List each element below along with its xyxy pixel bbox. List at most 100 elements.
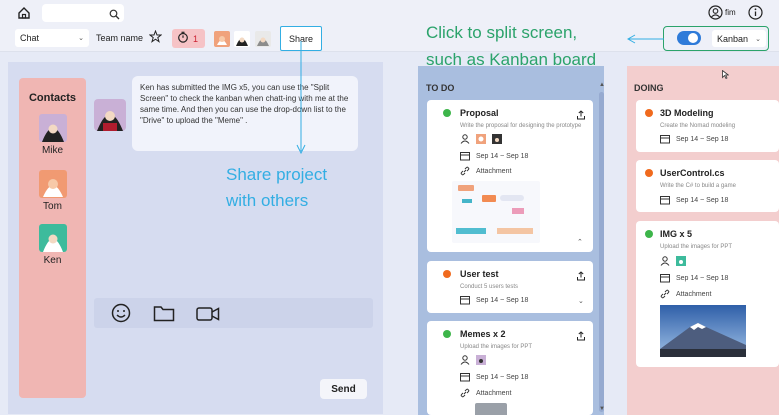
member-avatar-mike[interactable]	[234, 31, 250, 47]
contact-tom[interactable]: Tom	[19, 170, 86, 212]
calendar-icon	[460, 296, 470, 305]
chat-select[interactable]: Chat ⌄	[15, 29, 89, 47]
timer-badge[interactable]: 1	[172, 29, 205, 48]
video-icon[interactable]	[196, 306, 220, 327]
chevron-down-icon: ⌄	[78, 35, 84, 42]
column-scrollbar[interactable]	[599, 92, 604, 412]
scroll-up-arrow[interactable]: ▲	[599, 82, 605, 88]
card-title: Memes x 2	[460, 329, 506, 339]
sender-avatar	[94, 99, 126, 131]
card-description: Conduct 5 users tests	[460, 284, 519, 290]
attachment-label: Attachment	[676, 290, 712, 298]
column-title: TO DO	[426, 83, 455, 93]
avatar	[476, 355, 486, 365]
contact-ken[interactable]: Ken	[19, 224, 86, 266]
card-dates: Sep 14 ~ Sep 18	[660, 273, 728, 283]
scroll-down-arrow[interactable]: ▼	[599, 406, 605, 412]
emoji-icon[interactable]	[111, 303, 131, 328]
view-select[interactable]: Kanban ⌄	[712, 30, 766, 47]
kanban-card[interactable]: Proposal Write the proposal for designin…	[427, 100, 593, 252]
kanban-card[interactable]: Memes x 2 Upload the images for PPT Sep …	[427, 321, 593, 415]
share-callout: Share project with others	[226, 162, 327, 214]
card-description: Upload the images for PPT	[660, 244, 733, 250]
toggle-knob	[688, 33, 698, 43]
kanban-card[interactable]: 3D Modeling Create the Nomad modeling Se…	[636, 100, 779, 152]
card-description: Write the proposal for designing the pro…	[460, 123, 582, 129]
attachment-label: Attachment	[476, 389, 512, 397]
attachment-preview[interactable]	[660, 305, 746, 357]
send-button[interactable]: Send	[320, 379, 367, 399]
split-callout: Click to split screen, such as Kanban bo…	[426, 19, 596, 73]
member-avatar-tom[interactable]	[214, 31, 230, 47]
status-dot	[443, 270, 451, 278]
search-icon[interactable]	[109, 7, 120, 25]
split-screen-toggle[interactable]	[677, 31, 701, 45]
card-attachment[interactable]: Attachment	[460, 166, 511, 176]
card-dates: Sep 14 ~ Sep 18	[660, 195, 728, 205]
avatar	[676, 256, 686, 266]
calendar-icon	[660, 135, 670, 144]
share-callout-arrow	[296, 41, 306, 155]
search-input[interactable]	[42, 4, 124, 22]
attachment-preview[interactable]	[452, 181, 540, 243]
status-dot	[443, 330, 451, 338]
chevron-down-icon: ⌄	[755, 35, 761, 43]
card-assignees	[460, 355, 486, 365]
view-select-value: Kanban	[717, 33, 749, 44]
status-dot	[645, 230, 653, 238]
send-button-label: Send	[331, 383, 356, 395]
card-assignees	[460, 134, 502, 144]
user-icon[interactable]	[708, 5, 723, 20]
card-date-range: Sep 14 ~ Sep 18	[676, 196, 729, 204]
top-bar: fim	[0, 0, 779, 26]
home-icon[interactable]	[16, 5, 32, 21]
status-dot	[443, 109, 451, 117]
avatar	[38, 170, 67, 198]
card-date-range: Sep 14 ~ Sep 18	[476, 373, 529, 381]
mouse-cursor-icon	[722, 66, 730, 84]
expand-icon[interactable]: ⌄	[578, 297, 584, 305]
share-icon[interactable]	[576, 268, 586, 286]
avatar	[38, 114, 67, 142]
avatar	[476, 134, 486, 144]
kanban-card[interactable]: User test Conduct 5 users tests Sep 14 ~…	[427, 261, 593, 313]
calendar-icon	[460, 373, 470, 382]
person-icon	[460, 355, 470, 365]
kanban-card[interactable]: UserControl.cs Write the C# to build a g…	[636, 160, 779, 212]
card-dates: Sep 14 ~ Sep 18	[460, 295, 528, 305]
user-name: fim	[725, 8, 736, 17]
team-name[interactable]: Team name	[96, 33, 143, 43]
person-icon	[660, 256, 670, 266]
contacts-title: Contacts	[28, 92, 77, 104]
timer-icon	[177, 30, 189, 48]
folder-icon[interactable]	[153, 304, 175, 327]
contact-mike[interactable]: Mike	[19, 114, 86, 156]
status-dot	[645, 109, 653, 117]
link-icon	[660, 289, 670, 299]
card-attachment[interactable]: Attachment	[660, 289, 711, 299]
card-description: Upload the images for PPT	[460, 344, 533, 350]
card-attachment[interactable]: Attachment	[460, 388, 511, 398]
card-description: Create the Nomad modeling	[660, 123, 736, 129]
card-dates: Sep 14 ~ Sep 18	[460, 151, 528, 161]
info-icon[interactable]	[748, 5, 763, 20]
contact-name: Mike	[41, 145, 64, 156]
collapse-icon[interactable]: ⌃	[577, 238, 583, 246]
chat-select-value: Chat	[20, 33, 40, 43]
contact-name: Tom	[43, 201, 62, 212]
share-icon[interactable]	[576, 328, 586, 346]
split-callout-line1: Click to split screen,	[426, 23, 578, 42]
kanban-card[interactable]: IMG x 5 Upload the images for PPT Sep 14…	[636, 221, 779, 367]
star-icon[interactable]	[148, 29, 163, 48]
avatar	[492, 134, 502, 144]
card-title: UserControl.cs	[660, 168, 725, 178]
card-date-range: Sep 14 ~ Sep 18	[476, 296, 529, 304]
attachment-preview[interactable]	[475, 403, 507, 415]
card-date-range: Sep 14 ~ Sep 18	[476, 152, 529, 160]
column-title: DOING	[634, 83, 664, 93]
contacts-panel: Contacts Mike Tom Ken	[19, 78, 86, 398]
calendar-icon	[460, 152, 470, 161]
card-dates: Sep 14 ~ Sep 18	[660, 134, 728, 144]
composer-toolbar	[94, 298, 373, 328]
member-avatar-ken[interactable]	[255, 31, 271, 47]
